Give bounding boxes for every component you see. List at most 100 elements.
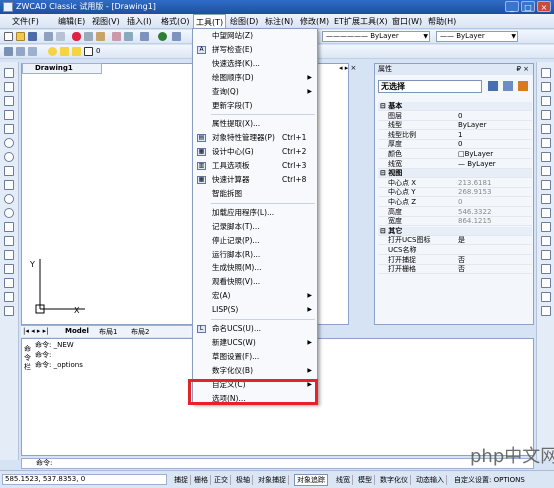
stretch-icon[interactable]	[541, 180, 551, 190]
tools-menu-item[interactable]: 快速选择(K)...	[194, 57, 316, 71]
tools-menu-item[interactable]: 查询(Q) ▶	[194, 85, 316, 99]
construction-line-icon[interactable]	[4, 82, 14, 92]
region-icon[interactable]	[4, 278, 14, 288]
property-row[interactable]: 线型比例 1	[378, 131, 532, 140]
move-icon[interactable]	[541, 138, 551, 148]
mirror-icon[interactable]	[541, 96, 551, 106]
layer-previous-icon[interactable]	[28, 47, 37, 56]
line-icon[interactable]	[4, 68, 14, 78]
property-row[interactable]: 高度 546.3322	[378, 208, 532, 217]
erase-icon[interactable]	[541, 68, 551, 78]
tab-layout2[interactable]: 布局2	[131, 327, 149, 337]
grid-toggle[interactable]: 栅格	[192, 475, 211, 485]
hatch-icon[interactable]	[4, 264, 14, 274]
property-row[interactable]: 图层 0	[378, 112, 532, 121]
close-button[interactable]: ×	[537, 1, 551, 12]
polyline-icon[interactable]	[4, 96, 14, 106]
tools-menu-item[interactable]: 加载应用程序(L)...	[194, 206, 316, 220]
point-icon[interactable]	[4, 250, 14, 260]
chamfer-icon[interactable]	[541, 250, 551, 260]
property-row[interactable]: 中心点 Y 268.9153	[378, 188, 532, 198]
paste-icon[interactable]	[96, 32, 105, 41]
ortho-toggle[interactable]: 正交	[212, 475, 231, 485]
match-properties-icon[interactable]	[112, 32, 121, 41]
cut-icon[interactable]	[72, 32, 81, 41]
lineweight-combo[interactable]: —— ByLayer ▼	[436, 31, 518, 42]
scale-icon[interactable]	[541, 166, 551, 176]
otrack-toggle[interactable]: 对象追踪	[294, 474, 328, 486]
tab-nav-icon[interactable]: |◂ ◂ ▸ ▸|	[23, 327, 48, 335]
custom-settings[interactable]: 自定义设置: OPTIONS	[452, 475, 527, 485]
tools-menu-item[interactable]: 宏(A) ▶	[194, 289, 316, 303]
trim-icon[interactable]	[541, 194, 551, 204]
sun-icon[interactable]	[60, 47, 69, 56]
model-toggle[interactable]: 模型	[356, 475, 375, 485]
menu-tools[interactable]: 工具(T)	[193, 14, 227, 29]
drawing-window-controls[interactable]: ◂ ▸ ×	[339, 64, 356, 72]
property-section[interactable]: ⊟ 其它	[378, 226, 532, 236]
linetype-combo[interactable]: —————— ByLayer ▼	[322, 31, 430, 42]
tools-menu-item[interactable]: 中望网站(Z)	[194, 29, 316, 43]
ellipse-icon[interactable]	[4, 194, 14, 204]
fillet-icon[interactable]	[541, 264, 551, 274]
toggle-pickadd-icon[interactable]	[488, 81, 498, 91]
arc-icon[interactable]	[4, 138, 14, 148]
property-row[interactable]: 打开UCS图标 是	[378, 236, 532, 246]
lock-icon[interactable]	[72, 47, 81, 56]
tools-menu-item[interactable]: ▤ 对象特性管理器(P) Ctrl+1	[194, 131, 316, 145]
new-file-icon[interactable]	[4, 32, 13, 41]
extend-icon[interactable]	[541, 208, 551, 218]
tools-menu-item[interactable]: 观看快照(V)...	[194, 275, 316, 289]
tools-menu-item[interactable]: 智能拆图	[194, 187, 316, 201]
rotate-icon[interactable]	[541, 152, 551, 162]
tab-model[interactable]: Model	[65, 327, 89, 335]
tools-menu-item[interactable]: ▦ 快速计算器 Ctrl+8	[194, 173, 316, 187]
color-swatch-icon[interactable]	[84, 47, 93, 56]
property-row[interactable]: 厚度 0	[378, 140, 532, 150]
open-folder-icon[interactable]	[16, 32, 25, 41]
tools-menu-item[interactable]: A 拼写检查(E)	[194, 43, 316, 57]
tools-menu-item[interactable]: 草图设置(F)...	[194, 350, 316, 364]
menu-modify[interactable]: 修改(M)	[300, 16, 329, 27]
table-icon[interactable]	[4, 292, 14, 302]
menu-et-tools[interactable]: ET扩展工具(X)	[334, 16, 388, 27]
menu-dimension[interactable]: 标注(N)	[265, 16, 293, 27]
break-icon[interactable]	[541, 222, 551, 232]
digitizer-toggle[interactable]: 数字化仪	[378, 475, 411, 485]
property-row[interactable]: 宽度 864.1215	[378, 217, 532, 227]
explode-icon[interactable]	[541, 278, 551, 288]
menu-draw[interactable]: 绘图(D)	[230, 16, 258, 27]
property-row[interactable]: UCS名称	[378, 246, 532, 255]
property-row[interactable]: 打开捕捉 否	[378, 256, 532, 265]
revision-cloud-icon[interactable]	[4, 166, 14, 176]
layer-manager-icon[interactable]	[4, 47, 13, 56]
drawing-tab[interactable]: Drawing1	[22, 63, 102, 74]
menu-file[interactable]: 文件(F)	[12, 16, 39, 27]
print-icon[interactable]	[44, 32, 53, 41]
lineweight-toggle[interactable]: 线宽	[334, 475, 353, 485]
maximize-button[interactable]: □	[521, 1, 535, 12]
copy-icon[interactable]	[84, 32, 93, 41]
circle-icon[interactable]	[4, 152, 14, 162]
tools-menu-item[interactable]: 更新字段(T)	[194, 99, 316, 113]
property-row[interactable]: 颜色 □ByLayer	[378, 150, 532, 159]
polygon-icon[interactable]	[4, 110, 14, 120]
preview-icon[interactable]	[56, 32, 65, 41]
dynamic-input-toggle[interactable]: 动态输入	[414, 475, 447, 485]
array-icon[interactable]	[541, 124, 551, 134]
join-icon[interactable]	[541, 236, 551, 246]
offset-icon[interactable]	[541, 110, 551, 120]
copy-object-icon[interactable]	[541, 82, 551, 92]
ellipse-arc-icon[interactable]	[4, 208, 14, 218]
tools-menu-item[interactable]: ▥ 工具选项板 Ctrl+3	[194, 159, 316, 173]
select-objects-icon[interactable]	[503, 81, 513, 91]
pan-icon[interactable]	[140, 32, 149, 41]
mtext-icon[interactable]	[4, 306, 14, 316]
property-row[interactable]: 线宽 — ByLayer	[378, 160, 532, 169]
tools-menu-item[interactable]: L 命名UCS(U)...	[194, 322, 316, 336]
make-block-icon[interactable]	[4, 236, 14, 246]
menu-help[interactable]: 帮助(H)	[428, 16, 456, 27]
quick-select-icon[interactable]	[518, 81, 528, 91]
property-section[interactable]: ⊟ 视图	[378, 169, 532, 179]
menu-insert[interactable]: 插入(I)	[127, 16, 152, 27]
